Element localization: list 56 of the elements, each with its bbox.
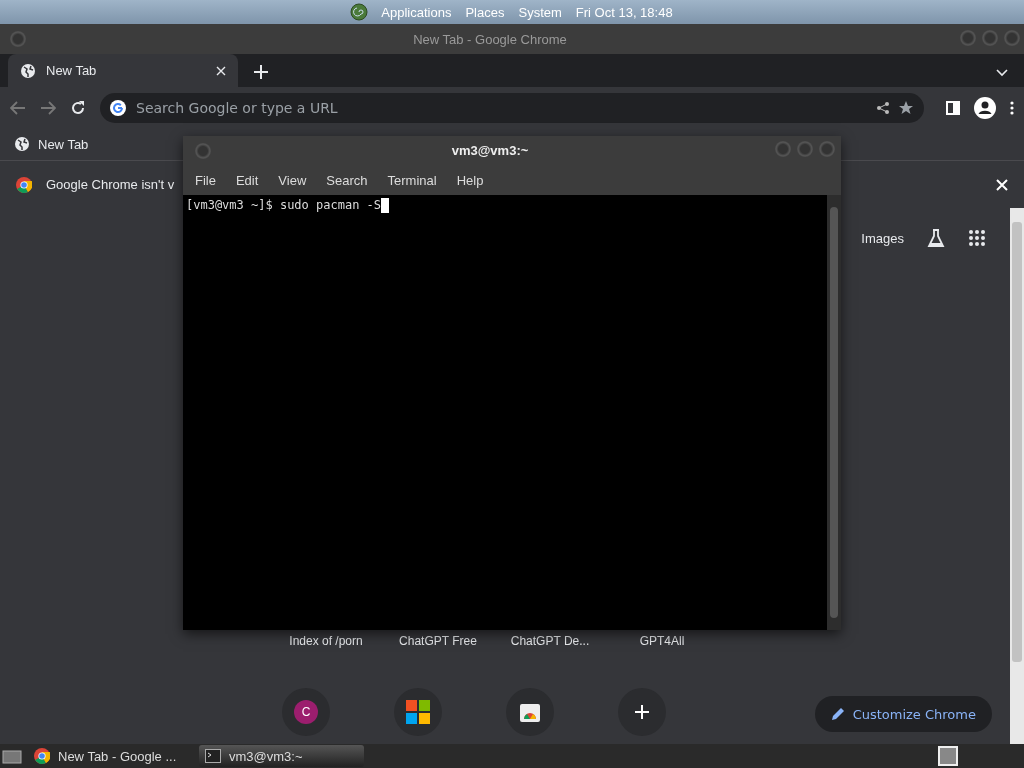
four-squares-icon [406,700,430,724]
images-link[interactable]: Images [861,230,904,246]
globe-icon [20,62,36,79]
shortcut-title[interactable]: GPT4All [606,634,718,648]
menu-item[interactable]: Help [448,168,492,192]
address-bar[interactable]: Search Google or type a URL [100,92,924,123]
shortcut-tile[interactable] [394,688,442,736]
bookmark-link[interactable]: New Tab [38,136,89,152]
show-desktop-icon[interactable] [2,748,22,764]
browser-tab[interactable]: New Tab [8,54,238,87]
shortcut-tile[interactable]: C [282,688,330,736]
share-icon[interactable] [876,100,890,115]
scrollbar[interactable] [827,195,841,630]
flask-icon[interactable] [926,228,946,248]
plus-icon [634,704,650,720]
google-g-icon [110,99,126,116]
close-icon[interactable] [216,65,226,76]
window-title: vm3@vm3:~ [450,143,530,158]
infobar-message: Google Chrome isn't v [46,177,175,192]
menu-item[interactable]: File [187,168,224,192]
reload-icon[interactable] [70,99,86,116]
shortcut-title[interactable]: ChatGPT Free [382,634,494,648]
menu-item[interactable]: View [270,168,315,192]
shortcut-title[interactable]: Index of /porn [270,634,382,648]
shortcut-title[interactable]: ChatGPT De... [494,634,606,648]
menu-dots-icon[interactable] [1010,100,1014,115]
menu-item[interactable]: Edit [227,168,267,192]
back-arrow-icon[interactable] [10,100,26,115]
terminal-command-line: [vm3@vm3 ~]$ sudo pacman -S [186,198,382,212]
caret-icon[interactable] [996,69,1008,77]
spiral-logo-icon [349,2,370,22]
menu-item[interactable]: Search [318,168,376,192]
store-icon [519,701,541,723]
terminal-icon [205,749,221,763]
apps-grid-icon[interactable] [968,229,986,247]
search-field[interactable]: Search Google or type a URL [134,98,868,117]
taskbar-button[interactable]: New Tab - Google ... [28,745,193,767]
forward-arrow-icon[interactable] [40,100,56,115]
shortcut-tile[interactable] [618,688,666,736]
chrome-icon [34,748,50,764]
window-title: New Tab - Google Chrome [412,31,568,47]
text-cursor [381,198,390,213]
taskbar-button[interactable]: vm3@vm3:~ [199,745,364,767]
new-tab-plus-icon[interactable] [254,65,268,79]
scrollbar[interactable] [1010,208,1024,744]
pencil-icon [830,707,845,721]
globe-icon [14,136,30,152]
customize-chrome-button[interactable]: Customize Chrome [814,696,992,732]
star-icon[interactable] [898,99,914,116]
shortcut-tile[interactable] [506,688,554,736]
menu-item[interactable]: Terminal [379,168,445,192]
profile-icon[interactable] [974,96,996,119]
side-panel-icon[interactable] [946,100,960,115]
chrome-logo-icon [16,176,32,193]
workspace-icon[interactable] [938,746,958,766]
letter-avatar: C [294,700,318,724]
